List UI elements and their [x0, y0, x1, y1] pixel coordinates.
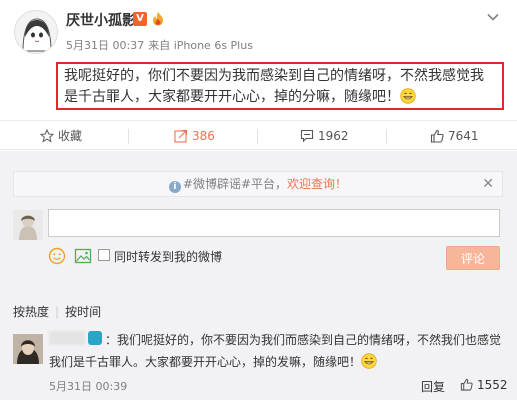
- sort-divider: |: [55, 305, 60, 319]
- post-actions-bar: 收藏 386 1962 7641: [0, 120, 517, 150]
- grin-emoji-icon: [400, 88, 416, 104]
- favorite-label: 收藏: [58, 129, 83, 143]
- like-count: 7641: [448, 129, 479, 143]
- repost-count: 386: [192, 129, 215, 143]
- repost-checkbox-label[interactable]: 同时转发到我的微博: [114, 248, 222, 265]
- comment-timestamp: 5月31日 00:39: [49, 380, 128, 393]
- image-icon[interactable]: [74, 247, 92, 265]
- top-comment: ：我们呢挺好的，你不要因为我们而感染到自己的情绪呀，不然我们也感觉我们是千古罪人…: [0, 323, 517, 400]
- close-icon[interactable]: ✕: [482, 172, 494, 196]
- notice-text: #微博辟谣#平台，: [182, 177, 288, 191]
- comment-text: ：我们呢挺好的，你不要因为我们而感染到自己的情绪呀，不然我们也感觉我们是千古罪人…: [49, 329, 504, 373]
- chevron-down-icon[interactable]: [486, 10, 500, 24]
- thumbs-up-icon: [460, 378, 473, 391]
- thumbs-up-icon: [430, 129, 444, 143]
- vip-badge: V: [133, 12, 147, 26]
- comment-icon: [300, 129, 314, 143]
- comment-like-button[interactable]: 1552: [460, 378, 508, 392]
- post-meta: 5月31日 00:37 来自 iPhone 6s Plus: [66, 37, 253, 53]
- notice-link[interactable]: 欢迎查询！: [287, 177, 347, 191]
- grin-emoji-icon: [361, 353, 377, 369]
- action-divider: [128, 129, 129, 144]
- comment-text-body: ：我们呢挺好的，你不要因为我们而感染到自己的情绪呀，不然我们也感觉我们是千古罪人…: [49, 333, 502, 369]
- action-divider: [386, 129, 387, 144]
- submit-comment-button[interactable]: 评论: [446, 246, 500, 270]
- post-content-text: 我呢挺好的，你们不要因为我而感染到自己的情绪呀，不然我感觉我是千古罪人，大家都要…: [64, 68, 484, 105]
- star-icon: [40, 129, 54, 143]
- sort-by-hot[interactable]: 按热度: [13, 305, 49, 319]
- user-avatar[interactable]: [14, 10, 58, 54]
- repost-checkbox[interactable]: [98, 249, 110, 261]
- sort-by-time[interactable]: 按时间: [65, 305, 101, 319]
- comment-sort: 按热度 | 按时间: [13, 303, 101, 320]
- post-source: 来自 iPhone 6s Plus: [148, 39, 253, 52]
- repost-icon: [174, 129, 188, 143]
- comment-reply-button[interactable]: 回复: [421, 378, 445, 395]
- comment-section: i #微博辟谣#平台，欢迎查询！ ✕ 同时转发到我的微博 评论 按热度 | 按时间: [0, 151, 517, 400]
- comment-count: 1962: [318, 129, 349, 143]
- info-icon: i: [168, 181, 181, 193]
- post-username[interactable]: 厌世小孤影: [66, 10, 136, 30]
- comment-like-count: 1552: [477, 378, 508, 392]
- emoji-icon[interactable]: [48, 247, 66, 265]
- fire-icon: [153, 12, 163, 26]
- commenter-avatar[interactable]: [13, 334, 43, 364]
- comment-input[interactable]: [48, 209, 500, 237]
- post-timestamp[interactable]: 5月31日 00:37: [66, 39, 144, 52]
- post-content: 我呢挺好的，你们不要因为我而感染到自己的情绪呀，不然我感觉我是千古罪人，大家都要…: [56, 62, 504, 110]
- weibo-post: 厌世小孤影 V 5月31日 00:37 来自 iPhone 6s Plus 我呢挺…: [0, 0, 517, 120]
- action-divider: [257, 129, 258, 144]
- my-avatar: [13, 210, 43, 240]
- rumor-notice: i #微博辟谣#平台，欢迎查询！ ✕: [13, 171, 503, 197]
